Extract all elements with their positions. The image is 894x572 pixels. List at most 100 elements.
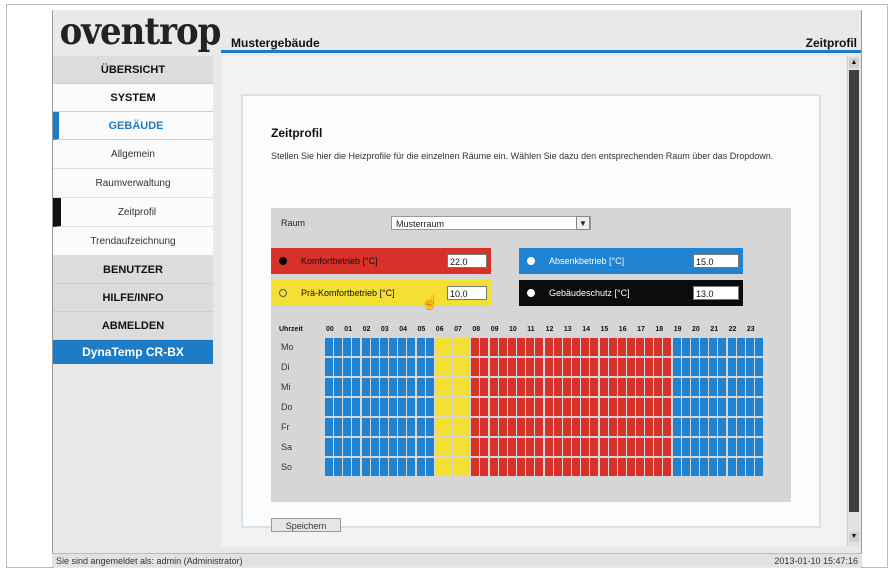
schedule-cell[interactable] <box>599 458 608 476</box>
schedule-cell[interactable] <box>745 398 754 416</box>
schedule-cell[interactable] <box>608 458 617 476</box>
schedule-cell[interactable] <box>700 418 708 436</box>
profile-prae-komfort[interactable]: Prä-Komfortbetrieb [°C] 10.0 <box>271 280 491 306</box>
schedule-cell[interactable] <box>434 458 443 476</box>
schedule-cell[interactable] <box>462 418 471 436</box>
schedule-cell[interactable] <box>352 438 361 456</box>
schedule-cell[interactable] <box>691 338 699 356</box>
schedule-cell[interactable] <box>700 338 708 356</box>
schedule-cell[interactable] <box>425 418 434 436</box>
schedule-cell[interactable] <box>407 458 416 476</box>
schedule-cell[interactable] <box>654 378 663 396</box>
schedule-cell[interactable] <box>571 378 580 396</box>
schedule-cell[interactable] <box>443 418 452 436</box>
schedule-cell[interactable] <box>508 398 516 416</box>
schedule-cell[interactable] <box>343 438 352 456</box>
schedule-cell[interactable] <box>736 438 745 456</box>
schedule-cell[interactable] <box>553 338 562 356</box>
dropdown-arrow-icon[interactable]: ▼ <box>576 216 590 230</box>
schedule-cell[interactable] <box>443 378 452 396</box>
schedule-cell[interactable] <box>590 458 599 476</box>
schedule-cell[interactable] <box>398 458 407 476</box>
schedule-cell[interactable] <box>718 338 727 356</box>
schedule-cell[interactable] <box>617 338 626 356</box>
schedule-cell[interactable] <box>398 378 407 396</box>
nav-system[interactable]: SYSTEM <box>53 84 213 112</box>
schedule-cell[interactable] <box>443 358 452 376</box>
schedule-cell[interactable] <box>553 358 562 376</box>
schedule-cell[interactable] <box>581 458 590 476</box>
schedule-cell[interactable] <box>517 458 525 476</box>
schedule-cell[interactable] <box>434 358 443 376</box>
schedule-cell[interactable] <box>361 358 370 376</box>
schedule-cell[interactable] <box>388 358 397 376</box>
schedule-cell[interactable] <box>562 418 571 436</box>
schedule-cell[interactable] <box>498 378 507 396</box>
schedule-cell[interactable] <box>599 378 608 396</box>
schedule-cell[interactable] <box>745 358 754 376</box>
schedule-cell[interactable] <box>517 418 525 436</box>
schedule-cell[interactable] <box>581 398 590 416</box>
nav-hilfe-info[interactable]: HILFE/INFO <box>53 284 213 312</box>
schedule-cell[interactable] <box>700 378 708 396</box>
schedule-cell[interactable] <box>325 338 333 356</box>
schedule-cell[interactable] <box>636 358 645 376</box>
schedule-cell[interactable] <box>571 438 580 456</box>
schedule-cell[interactable] <box>352 338 361 356</box>
schedule-cell[interactable] <box>352 378 361 396</box>
schedule-cell[interactable] <box>718 438 727 456</box>
schedule-cell[interactable] <box>553 458 562 476</box>
schedule-cell[interactable] <box>736 358 745 376</box>
schedule-cell[interactable] <box>681 438 690 456</box>
schedule-cell[interactable] <box>581 338 590 356</box>
schedule-cell[interactable] <box>325 378 333 396</box>
schedule-cell[interactable] <box>489 458 498 476</box>
schedule-cell[interactable] <box>325 418 333 436</box>
schedule-cell[interactable] <box>434 418 443 436</box>
schedule-cell[interactable] <box>617 418 626 436</box>
schedule-cell[interactable] <box>480 358 489 376</box>
schedule-cell[interactable] <box>508 438 516 456</box>
schedule-cell[interactable] <box>407 398 416 416</box>
schedule-cell[interactable] <box>681 338 690 356</box>
schedule-cell[interactable] <box>388 338 397 356</box>
schedule-cell[interactable] <box>718 358 727 376</box>
schedule-cell[interactable] <box>718 378 727 396</box>
schedule-cell[interactable] <box>462 338 471 356</box>
schedule-cell[interactable] <box>581 378 590 396</box>
schedule-cell[interactable] <box>443 338 452 356</box>
schedule-cell[interactable] <box>526 438 535 456</box>
profile-value[interactable]: 13.0 <box>693 286 739 300</box>
schedule-cell[interactable] <box>608 378 617 396</box>
schedule-cell[interactable] <box>599 338 608 356</box>
schedule-cell[interactable] <box>544 458 553 476</box>
schedule-cell[interactable] <box>553 378 562 396</box>
schedule-cell[interactable] <box>599 358 608 376</box>
schedule-cell[interactable] <box>407 338 416 356</box>
schedule-cell[interactable] <box>352 458 361 476</box>
schedule-cell[interactable] <box>361 418 370 436</box>
schedule-cell[interactable] <box>398 438 407 456</box>
schedule-cell[interactable] <box>425 438 434 456</box>
schedule-cell[interactable] <box>626 338 635 356</box>
schedule-cell[interactable] <box>398 358 407 376</box>
schedule-cell[interactable] <box>370 338 379 356</box>
schedule-cell[interactable] <box>489 398 498 416</box>
schedule-cell[interactable] <box>352 398 361 416</box>
schedule-cell[interactable] <box>434 398 443 416</box>
schedule-cell[interactable] <box>453 418 462 436</box>
schedule-cell[interactable] <box>498 438 507 456</box>
schedule-cell[interactable] <box>700 358 708 376</box>
schedule-cell[interactable] <box>709 418 718 436</box>
schedule-cell[interactable] <box>343 378 352 396</box>
schedule-cell[interactable] <box>379 438 388 456</box>
schedule-cell[interactable] <box>480 378 489 396</box>
schedule-cell[interactable] <box>471 338 480 356</box>
room-select[interactable]: Musterraum ▼ <box>391 216 591 230</box>
schedule-cell[interactable] <box>663 418 672 436</box>
schedule-cell[interactable] <box>334 358 342 376</box>
schedule-cell[interactable] <box>416 338 425 356</box>
schedule-cell[interactable] <box>681 418 690 436</box>
scroll-down-icon[interactable]: ▼ <box>849 532 859 542</box>
schedule-cell[interactable] <box>691 378 699 396</box>
